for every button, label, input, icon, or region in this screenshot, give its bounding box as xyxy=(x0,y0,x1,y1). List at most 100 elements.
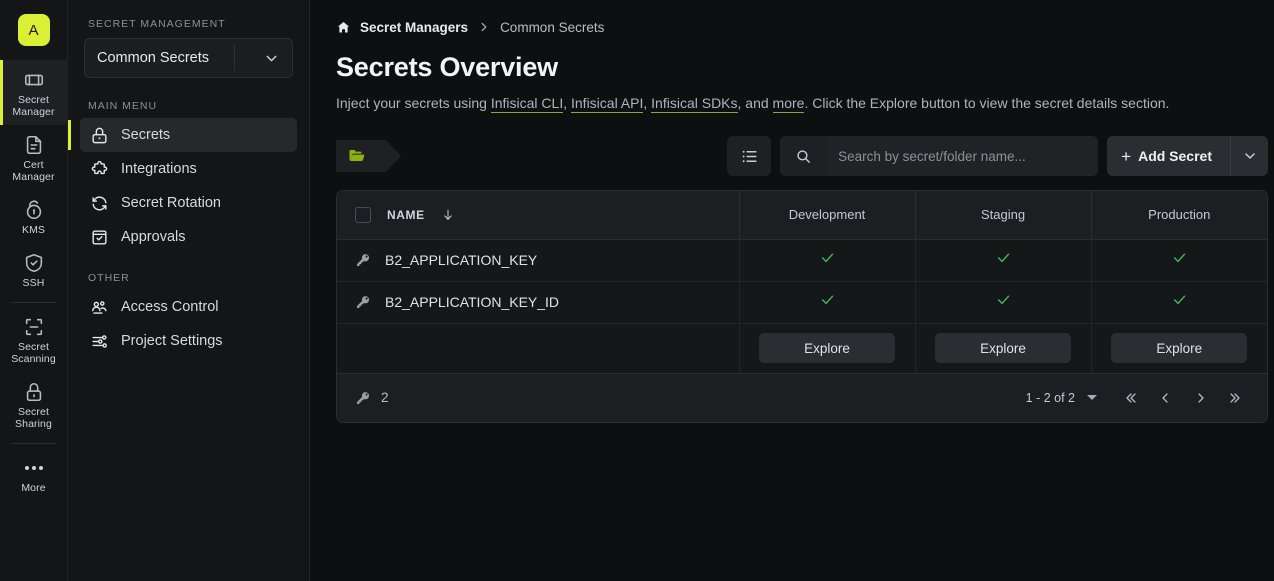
subtitle-text-3: , xyxy=(643,95,652,111)
sidebar-item-label-access-control: Access Control xyxy=(121,299,219,315)
list-view-icon xyxy=(740,147,759,166)
sidebar-item-label-secrets: Secrets xyxy=(121,127,171,143)
chevron-down-icon[interactable] xyxy=(252,39,292,77)
avatar[interactable]: A xyxy=(17,14,50,46)
open-folder-icon xyxy=(348,147,366,165)
add-secret-button-group: + Add Secret xyxy=(1107,136,1268,176)
sidebar-item-approvals[interactable]: Approvals xyxy=(80,220,297,254)
rail-item-secret-manager[interactable]: Secret Manager xyxy=(0,60,68,125)
rail-label-cert-manager: Cert Manager xyxy=(12,159,55,183)
secret-value-development[interactable] xyxy=(738,281,915,324)
sidebar-item-label-approvals: Approvals xyxy=(121,229,186,245)
kms-icon xyxy=(23,199,45,221)
sidebar-section-caption: SECRET MANAGEMENT xyxy=(88,18,226,30)
other-menu-caption: OTHER xyxy=(88,272,130,284)
column-header-name-label: NAME xyxy=(387,207,425,222)
plus-icon: + xyxy=(1121,146,1132,166)
explore-cell-development: Explore xyxy=(738,323,915,374)
subtitle-text-1: Inject your secrets using xyxy=(336,95,491,111)
users-icon xyxy=(90,298,109,317)
breadcrumb-root[interactable]: Secret Managers xyxy=(360,20,468,35)
rail-divider-1 xyxy=(10,302,57,303)
add-secret-button[interactable]: + Add Secret xyxy=(1107,136,1230,176)
more-dots-icon xyxy=(24,457,43,479)
project-name: Common Secrets xyxy=(97,50,210,66)
pagination: 1 - 2 of 2 xyxy=(1026,383,1253,413)
secret-value-production[interactable] xyxy=(1090,281,1267,324)
add-secret-dropdown-button[interactable] xyxy=(1230,136,1268,176)
key-icon xyxy=(355,294,371,310)
sidebar-item-project-settings[interactable]: Project Settings xyxy=(80,324,297,358)
home-icon[interactable] xyxy=(336,20,351,35)
secret-manager-icon xyxy=(23,69,45,91)
secret-value-staging[interactable] xyxy=(914,239,1091,282)
link-more[interactable]: more xyxy=(772,95,805,113)
first-page-button[interactable] xyxy=(1113,383,1145,413)
link-infisical-api[interactable]: Infisical API xyxy=(571,95,644,113)
secret-name-cell[interactable]: B2_APPLICATION_KEY xyxy=(337,239,739,282)
explore-row: Explore Explore Explore xyxy=(337,323,1267,374)
explore-button-production[interactable]: Explore xyxy=(1111,333,1248,363)
page-range-label: 1 - 2 of 2 xyxy=(1025,390,1075,405)
secret-scanning-icon xyxy=(23,316,45,338)
subtitle-text-4: , and xyxy=(737,95,773,111)
search-box[interactable] xyxy=(780,136,1099,176)
rail-item-kms[interactable]: KMS xyxy=(0,190,68,243)
next-page-button[interactable] xyxy=(1185,383,1217,413)
rotate-icon xyxy=(90,194,109,213)
secret-name-cell[interactable]: B2_APPLICATION_KEY_ID xyxy=(337,281,739,324)
avatar-letter: A xyxy=(28,21,39,39)
rail-item-secret-sharing[interactable]: Secret Sharing xyxy=(0,372,68,437)
sidebar-item-secret-rotation[interactable]: Secret Rotation xyxy=(80,186,297,220)
rail-item-secret-scanning[interactable]: Secret Scanning xyxy=(0,307,68,372)
main-content: Secret Managers Common Secrets Secrets O… xyxy=(310,0,1274,581)
sliders-icon xyxy=(90,332,109,351)
toolbar: + Add Secret xyxy=(336,136,1268,176)
explore-button-staging[interactable]: Explore xyxy=(935,333,1071,363)
sidebar-item-secrets[interactable]: Secrets xyxy=(68,118,297,152)
rail-item-cert-manager[interactable]: Cert Manager xyxy=(0,125,68,190)
add-secret-label: Add Secret xyxy=(1138,148,1212,164)
table-row[interactable]: B2_APPLICATION_KEY xyxy=(337,239,1267,282)
app-root: A Secret Manager Cert Manager KMS SSH Se… xyxy=(0,0,1274,581)
explore-cell-production: Explore xyxy=(1090,323,1267,374)
project-selector[interactable]: Common Secrets xyxy=(84,38,293,78)
key-icon xyxy=(355,252,371,268)
sidebar-item-access-control[interactable]: Access Control xyxy=(80,290,297,324)
secret-value-development[interactable] xyxy=(738,239,915,282)
page-size-caret-icon[interactable] xyxy=(1087,395,1097,400)
folder-breadcrumb-chip[interactable] xyxy=(336,140,401,172)
column-header-name[interactable]: NAME xyxy=(337,191,739,240)
subtitle-text-2: , xyxy=(563,95,571,111)
rail-label-secret-scanning: Secret Scanning xyxy=(11,341,56,365)
rail-item-ssh[interactable]: SSH xyxy=(0,243,68,296)
chevron-down-icon xyxy=(1242,148,1258,164)
sidebar-item-integrations[interactable]: Integrations xyxy=(80,152,297,186)
subtitle-text-5: . Click the Explore button to view the s… xyxy=(804,95,1170,111)
sidebar-item-label-project-settings: Project Settings xyxy=(121,333,223,349)
rail-label-secret-sharing: Secret Sharing xyxy=(15,406,52,430)
select-all-checkbox[interactable] xyxy=(355,206,371,223)
product-rail: A Secret Manager Cert Manager KMS SSH Se… xyxy=(0,0,68,581)
rail-item-more[interactable]: More xyxy=(0,448,68,501)
search-input[interactable] xyxy=(826,136,1099,176)
secrets-table: NAME Development Staging Production B2_A… xyxy=(336,190,1268,423)
breadcrumb: Secret Managers Common Secrets xyxy=(336,18,1268,36)
previous-page-button[interactable] xyxy=(1149,383,1181,413)
sort-descending-icon[interactable] xyxy=(441,208,455,222)
rail-divider-2 xyxy=(10,443,57,444)
last-page-button[interactable] xyxy=(1221,383,1253,413)
sidebar-item-label-secret-rotation: Secret Rotation xyxy=(121,195,221,211)
table-row[interactable]: B2_APPLICATION_KEY_ID xyxy=(337,281,1267,324)
column-header-staging: Staging xyxy=(914,191,1091,240)
table-header-row: NAME Development Staging Production xyxy=(337,191,1267,240)
secret-sharing-lock-icon xyxy=(23,381,45,403)
secret-value-production[interactable] xyxy=(1090,239,1267,282)
ssh-shield-icon xyxy=(23,252,45,274)
list-view-toggle-button[interactable] xyxy=(727,136,772,176)
link-infisical-sdks[interactable]: Infisical SDKs xyxy=(651,95,738,113)
secret-value-staging[interactable] xyxy=(914,281,1091,324)
sidebar: SECRET MANAGEMENT Common Secrets MAIN ME… xyxy=(68,0,310,581)
link-infisical-cli[interactable]: Infisical CLI xyxy=(490,95,564,113)
explore-button-development[interactable]: Explore xyxy=(759,333,895,363)
